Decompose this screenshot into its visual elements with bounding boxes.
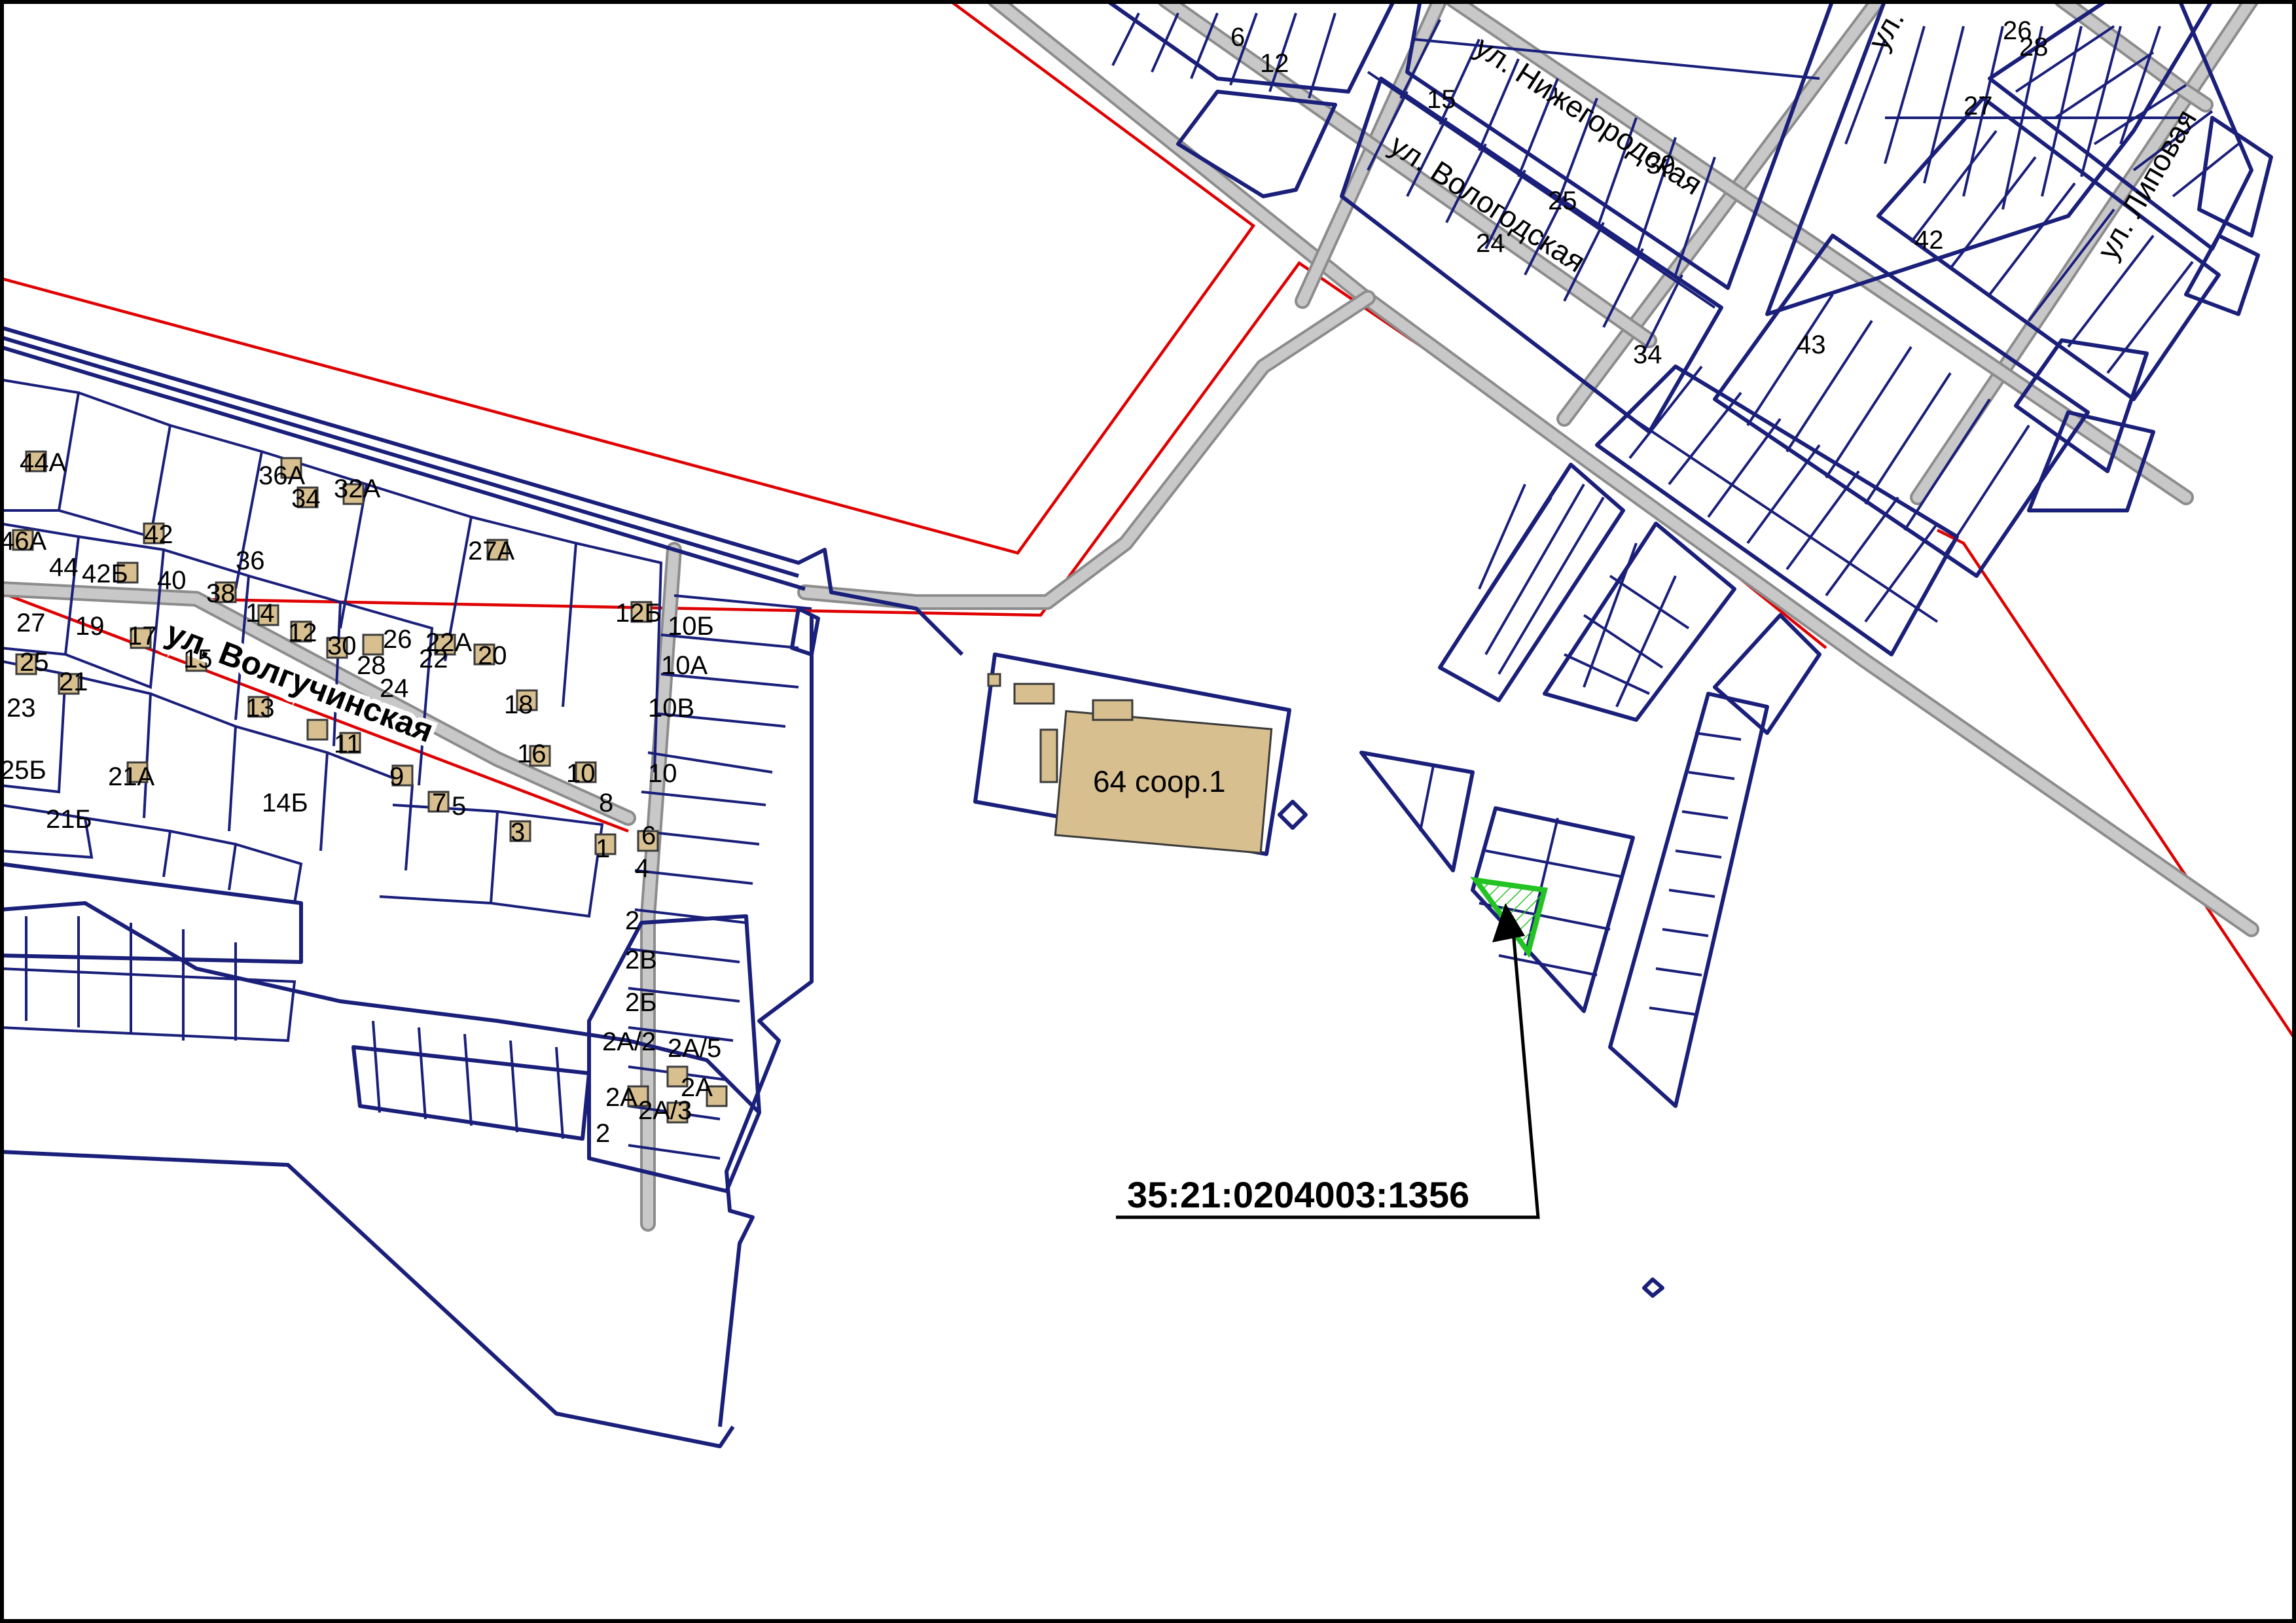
callout-leader-line — [1116, 916, 1540, 1219]
lot-label: 24 — [1476, 229, 1505, 258]
lot-label: 24 — [380, 674, 409, 703]
cadastral-map: ул. Волгучинская ул. Волгучинская ул. Ни… — [0, 0, 2296, 1623]
lot-label: 25 — [20, 648, 49, 677]
lot-label: 14Б — [262, 789, 308, 817]
lot-label: 27 — [16, 609, 46, 637]
lot-label: 26 — [383, 625, 412, 654]
lot-label: 2Б — [625, 988, 657, 1017]
lot-label: 12 — [1260, 49, 1289, 78]
lot-label: 9 — [389, 762, 404, 791]
lot-label: 30 — [327, 632, 357, 660]
lot-label: 2А/2 — [602, 1027, 656, 1056]
west-residential-parcels — [0, 325, 964, 1448]
lot-label: 42 — [1914, 226, 1944, 255]
access-road-curve — [797, 290, 1376, 610]
lot-label: 44 — [49, 553, 79, 582]
settlement-blocks — [1104, 0, 2273, 656]
lot-label: 3 — [511, 818, 525, 847]
lot-label: 23 — [7, 694, 36, 722]
lot-label: 22 — [419, 645, 448, 673]
structure-label: 64 соор.1 — [1093, 764, 1226, 798]
lot-label: 15 — [183, 645, 213, 673]
lot-label: 4 — [635, 854, 649, 883]
lot-label: 28 — [2019, 33, 2049, 62]
lot-label: 25Б — [0, 756, 46, 785]
lot-label: 8 — [599, 789, 613, 817]
lot-label: 15 — [1427, 85, 1456, 114]
lot-label: 38 — [206, 579, 236, 608]
lot-label: 44А — [20, 448, 66, 477]
lot-label: 32А — [334, 474, 380, 503]
lot-label: 17 — [128, 622, 157, 651]
lot-label: 46А — [0, 527, 46, 556]
lot-label: 27А — [468, 537, 514, 565]
lot-label: 10 — [566, 759, 596, 788]
lot-label: 2В — [625, 946, 657, 974]
lot-label: 40 — [157, 566, 187, 595]
lot-label: 2А — [605, 1083, 637, 1112]
lot-label: 18 — [504, 690, 533, 719]
lot-label: 2А/3 — [638, 1096, 692, 1125]
lot-label: 2 — [625, 906, 639, 935]
lot-label: 10 — [648, 759, 677, 788]
lot-label: 2А/5 — [668, 1034, 721, 1063]
garden-plots — [1278, 463, 1821, 1298]
lot-label: 7 — [432, 789, 446, 817]
lot-label: 34 — [291, 484, 321, 513]
lot-label: 21 — [59, 668, 88, 696]
lot-label: 1 — [596, 834, 610, 863]
lot-label: 20 — [478, 641, 507, 670]
lot-label: 14 — [245, 599, 275, 628]
lot-label: 36 — [236, 546, 265, 575]
lot-label: 13 — [245, 694, 275, 722]
cadastral-number-label[interactable]: 35:21:0204003:1356 — [1127, 1174, 1469, 1215]
lot-label: 5 — [452, 792, 466, 821]
lot-label: 10А — [661, 651, 708, 680]
lot-label: 21Б — [46, 805, 92, 834]
lot-label: 6 — [1230, 23, 1245, 52]
lot-label: 27 — [1964, 92, 1993, 120]
lot-label: 25 — [1548, 187, 1577, 215]
lot-label: 2 — [596, 1119, 610, 1148]
lot-label: 11 — [334, 730, 361, 758]
lot-label: 42Б — [82, 560, 128, 588]
lot-label: 30 — [1646, 151, 1676, 179]
lot-label: 43 — [1797, 330, 1826, 359]
lot-label: 21А — [108, 762, 154, 791]
zone-boundary-north — [0, 0, 1256, 555]
lot-label: 10В — [648, 694, 694, 722]
lot-label: 34 — [1633, 340, 1662, 369]
lot-label: 42 — [144, 520, 173, 549]
zone-boundary-east — [1936, 528, 2296, 1042]
lot-label: 16 — [517, 740, 547, 768]
lot-label: 12Б — [615, 599, 662, 628]
lot-label: 6 — [641, 821, 656, 850]
lot-label: 19 — [75, 612, 105, 641]
lot-label: 12 — [288, 618, 317, 647]
lot-label: 10Б — [668, 612, 714, 641]
industrial-site — [973, 652, 1291, 856]
cadastral-callout[interactable]: 35:21:0204003:1356 — [1116, 903, 1540, 1219]
